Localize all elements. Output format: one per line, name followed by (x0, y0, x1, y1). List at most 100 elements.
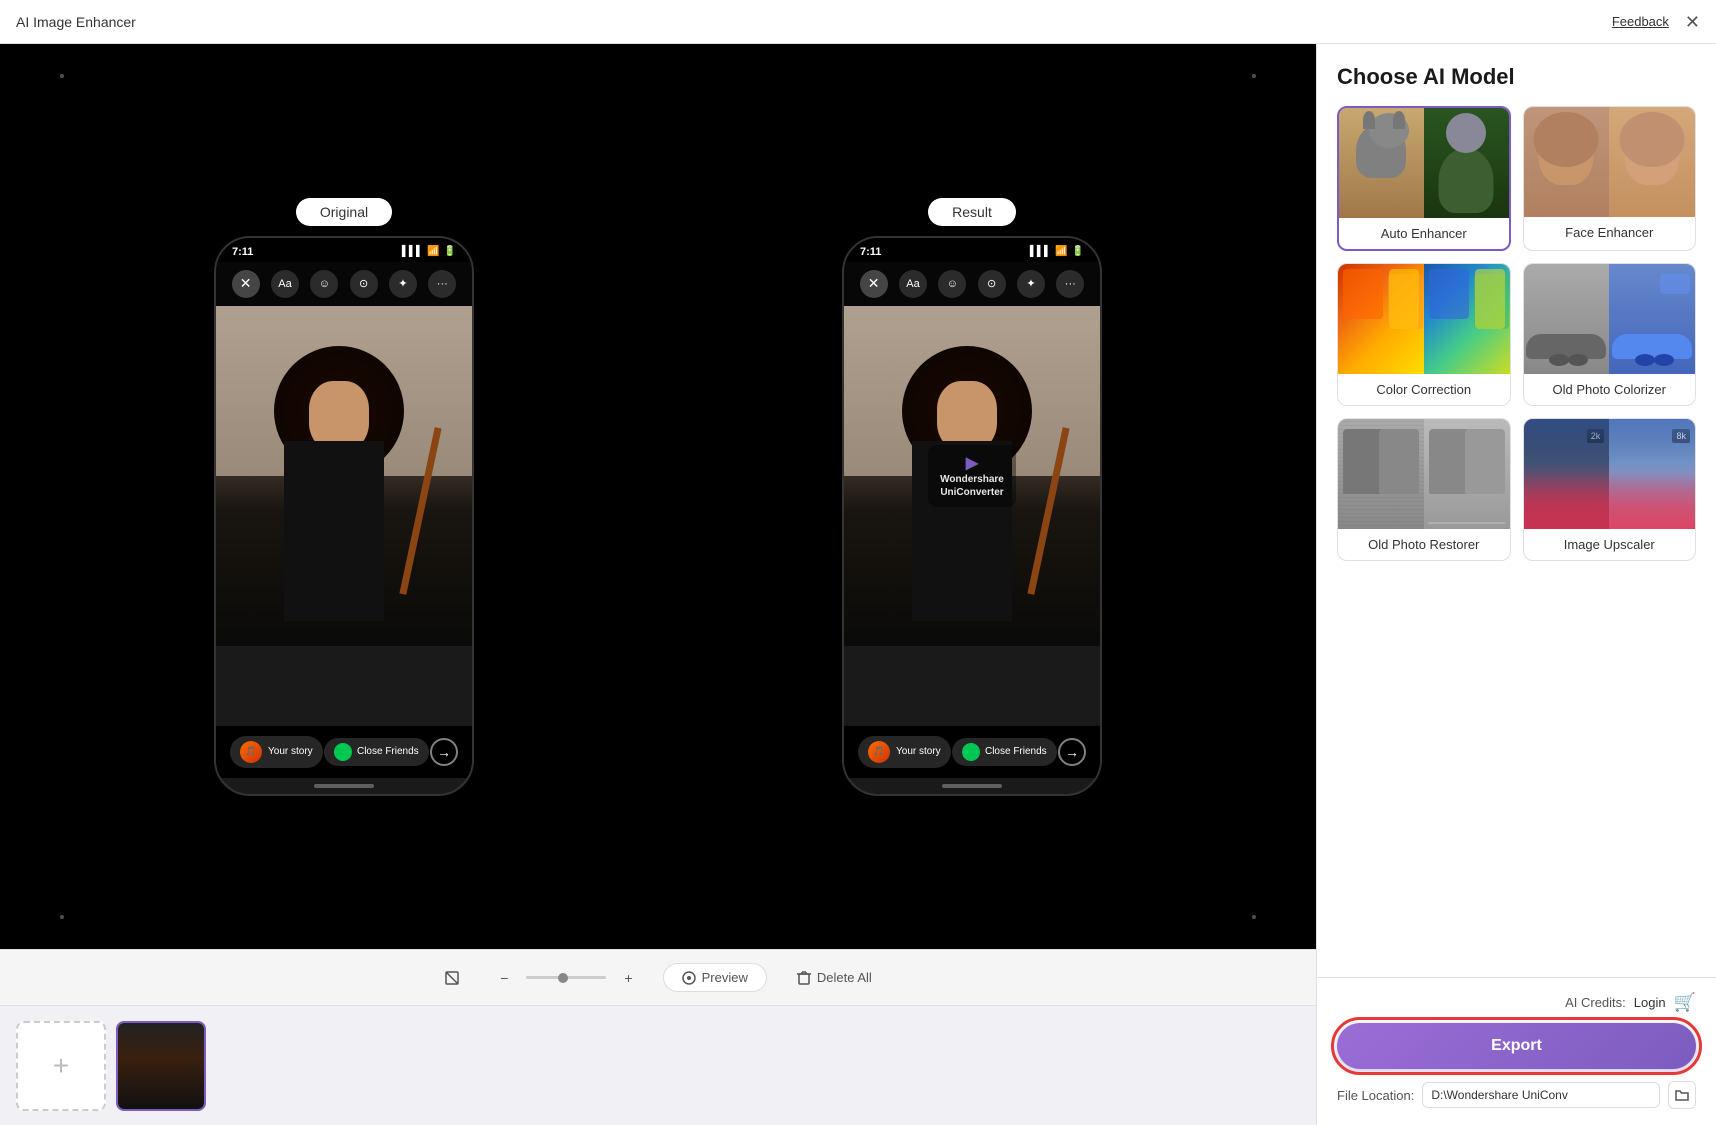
result-image-wrapper: Result 7:11 ▌▌▌ 📶 🔋 ✕ Aa (658, 198, 1286, 796)
feedback-link[interactable]: Feedback (1612, 14, 1669, 29)
phone-toolbar-result: ✕ Aa ☺ ⊙ ✦ ··· (844, 262, 1100, 306)
phone-icons-original: ▌▌▌ 📶 🔋 (402, 246, 456, 257)
home-indicator-result (942, 784, 1002, 788)
phone-text-icon-result[interactable]: Aa (899, 270, 927, 298)
original-image-wrapper: Original 7:11 ▌▌▌ 📶 🔋 ✕ Aa (30, 198, 658, 796)
ai-credits-row: AI Credits: Login 🛒 (1337, 992, 1696, 1013)
thumbnail-strip: + (0, 1005, 1316, 1125)
file-location-label: File Location: (1337, 1088, 1414, 1103)
zoom-out-button[interactable]: − (490, 964, 518, 992)
close-friends-button-result[interactable]: Close Friends (952, 738, 1057, 766)
zoom-controls: − + (490, 964, 642, 992)
close-friends-button-original[interactable]: Close Friends (324, 738, 429, 766)
model-card-old-photo-colorizer[interactable]: Old Photo Colorizer (1523, 263, 1697, 406)
main-area: Original 7:11 ▌▌▌ 📶 🔋 ✕ Aa (0, 44, 1716, 1125)
model-card-label-auto-enhancer: Auto Enhancer (1339, 218, 1509, 249)
image-area: Original 7:11 ▌▌▌ 📶 🔋 ✕ Aa (0, 44, 1316, 949)
violin-player-result-image (844, 306, 1100, 646)
model-card-face-enhancer[interactable]: Face Enhancer (1523, 106, 1697, 251)
phone-time-result: 7:11 (860, 246, 881, 258)
model-card-image-old-photo-restorer (1338, 419, 1510, 529)
deselect-button[interactable] (434, 964, 470, 992)
zoom-slider-thumb (558, 973, 568, 983)
phone-status-bar-original: 7:11 ▌▌▌ 📶 🔋 (216, 238, 472, 262)
home-indicator-original (314, 784, 374, 788)
violin-player-image (216, 306, 472, 646)
phone-dark-section-result (844, 646, 1100, 726)
phone-sparkle-icon-result[interactable]: ✦ (1017, 270, 1045, 298)
model-card-label-old-photo-colorizer: Old Photo Colorizer (1524, 374, 1696, 405)
story-avatar-original: 🎵 (240, 741, 262, 763)
story-text-result: Your story (896, 746, 941, 757)
zoom-in-button[interactable]: + (614, 964, 642, 992)
story-avatar-result: 🎵 (868, 741, 890, 763)
right-panel: Choose AI Model (1316, 44, 1716, 1125)
phone-close-icon[interactable]: ✕ (232, 270, 260, 298)
phone-emoji-icon[interactable]: ☺ (310, 270, 338, 298)
original-label-button[interactable]: Original (296, 198, 392, 226)
model-card-image-old-photo-colorizer (1524, 264, 1696, 374)
title-bar-actions: Feedback ✕ (1612, 13, 1700, 31)
phone-text-icon[interactable]: Aa (271, 270, 299, 298)
result-phone-mockup: 7:11 ▌▌▌ 📶 🔋 ✕ Aa ☺ ⊙ ✦ · (842, 236, 1102, 796)
login-link[interactable]: Login (1634, 995, 1666, 1010)
phone-status-bar-result: 7:11 ▌▌▌ 📶 🔋 (844, 238, 1100, 262)
phone-close-icon-result[interactable]: ✕ (860, 270, 888, 298)
friends-text-original: Close Friends (357, 746, 419, 757)
ai-model-title: Choose AI Model (1337, 64, 1696, 90)
friends-text-result: Close Friends (985, 746, 1047, 757)
zoom-slider[interactable] (526, 976, 606, 979)
model-grid: Auto Enhancer Face Enhancer (1337, 106, 1696, 561)
friends-dot-original (334, 743, 352, 761)
thumbnail-item-1[interactable] (116, 1021, 206, 1111)
story-button-original[interactable]: 🎵 Your story (230, 736, 323, 768)
model-card-label-old-photo-restorer: Old Photo Restorer (1338, 529, 1510, 560)
phone-icons-result: ▌▌▌ 📶 🔋 (1030, 246, 1084, 257)
app-title: AI Image Enhancer (16, 14, 136, 30)
arrow-button-result[interactable]: → (1058, 738, 1086, 766)
model-card-color-correction[interactable]: Color Correction (1337, 263, 1511, 406)
phone-sparkle-icon[interactable]: ✦ (389, 270, 417, 298)
viewer-toolbar: − + Preview (0, 949, 1316, 1005)
phone-dark-section-original (216, 646, 472, 726)
right-panel-bottom: AI Credits: Login 🛒 Export File Location… (1317, 977, 1716, 1125)
phone-more-icon-result[interactable]: ··· (1056, 270, 1084, 298)
phone-mic-icon-result[interactable]: ⊙ (978, 270, 1006, 298)
export-button[interactable]: Export (1337, 1023, 1696, 1069)
file-location-row: File Location: D:\Wondershare UniConv (1337, 1081, 1696, 1109)
model-card-label-face-enhancer: Face Enhancer (1524, 217, 1696, 248)
delete-all-button[interactable]: Delete All (787, 964, 882, 991)
model-card-image-upscaler[interactable]: 2k 8k Image Upscaler (1523, 418, 1697, 561)
close-button[interactable]: ✕ (1685, 13, 1700, 31)
model-card-auto-enhancer[interactable]: Auto Enhancer (1337, 106, 1511, 251)
result-label-button[interactable]: Result (928, 198, 1016, 226)
friends-dot-result (962, 743, 980, 761)
model-card-old-photo-restorer[interactable]: Old Photo Restorer (1337, 418, 1511, 561)
model-card-image-image-upscaler: 2k 8k (1524, 419, 1696, 529)
model-card-label-color-correction: Color Correction (1338, 374, 1510, 405)
model-card-image-auto-enhancer (1339, 108, 1509, 218)
phone-more-icon[interactable]: ··· (428, 270, 456, 298)
phone-mic-icon[interactable]: ⊙ (350, 270, 378, 298)
original-phone-mockup: 7:11 ▌▌▌ 📶 🔋 ✕ Aa ☺ ⊙ ✦ · (214, 236, 474, 796)
phone-emoji-icon-result[interactable]: ☺ (938, 270, 966, 298)
ai-credits-label: AI Credits: (1565, 995, 1626, 1010)
story-button-result[interactable]: 🎵 Your story (858, 736, 951, 768)
phone-bottom-bar-original: 🎵 Your story Close Friends → (216, 726, 472, 778)
add-media-button[interactable]: + (16, 1021, 106, 1111)
story-text-original: Your story (268, 746, 313, 757)
phone-time-original: 7:11 (232, 246, 253, 258)
file-location-select[interactable]: D:\Wondershare UniConv (1422, 1082, 1660, 1108)
preview-button[interactable]: Preview (663, 963, 767, 992)
phone-image-result: ▶ WondershareUniConverter (844, 306, 1100, 646)
left-panel: Original 7:11 ▌▌▌ 📶 🔋 ✕ Aa (0, 44, 1316, 1125)
cart-icon[interactable]: 🛒 (1674, 992, 1696, 1013)
open-folder-button[interactable] (1668, 1081, 1696, 1109)
model-card-image-face-enhancer (1524, 107, 1696, 217)
phone-bottom-bar-result: 🎵 Your story Close Friends → (844, 726, 1100, 778)
phone-image-original (216, 306, 472, 646)
arrow-button-original[interactable]: → (430, 738, 458, 766)
ai-model-section: Choose AI Model (1317, 44, 1716, 977)
title-bar: AI Image Enhancer Feedback ✕ (0, 0, 1716, 44)
model-card-label-image-upscaler: Image Upscaler (1524, 529, 1696, 560)
